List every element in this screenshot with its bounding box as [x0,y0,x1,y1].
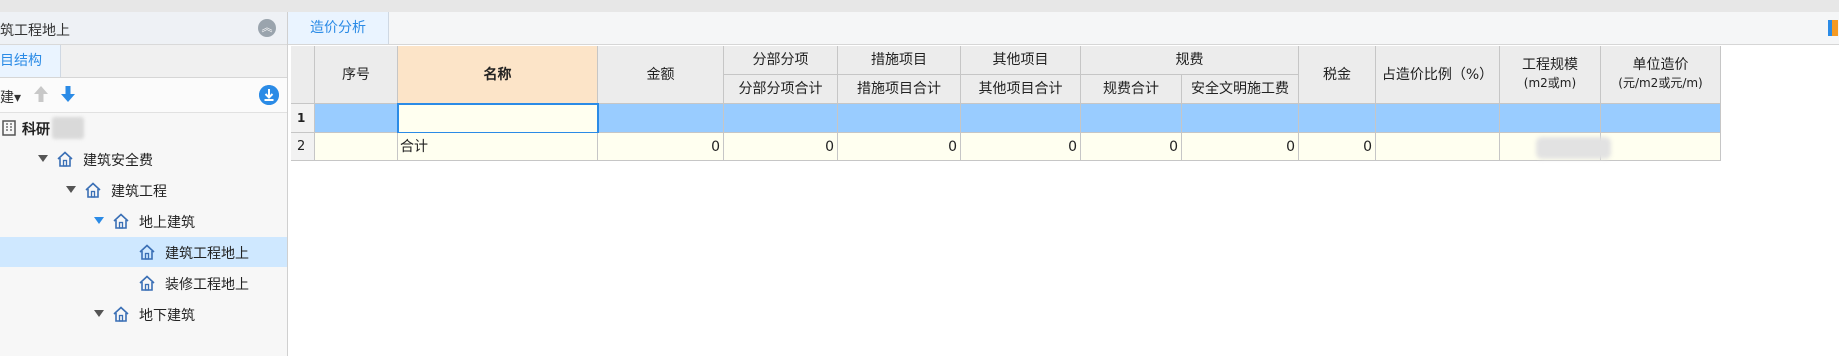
tree-item-label: 建筑安全费 [83,153,153,169]
table-cell-fbfx-total[interactable] [724,104,838,133]
tree-item[interactable]: 地下建筑 [0,299,287,329]
tree-item[interactable]: 地上建筑 [0,206,287,236]
expand-arrow-icon[interactable] [38,155,48,162]
table-cell-aqwm[interactable]: 0 [1182,133,1299,161]
table-cell-seq[interactable] [315,104,398,133]
table-cell-qtxm-total[interactable]: 0 [961,133,1081,161]
col-header-gf-total[interactable]: 规费合计 [1081,75,1182,104]
table-cell-ratio[interactable] [1376,104,1500,133]
tree-item[interactable]: 装修工程地上 [0,268,287,298]
tree-item-label: 地上建筑 [139,215,195,231]
new-dropdown-button[interactable]: 建▾ [0,87,21,107]
col-group-csxm: 措施项目 [838,46,961,75]
panel-tabs: 目结构 [0,45,287,78]
tree-item-label: 科研 [22,122,50,138]
col-header-name[interactable]: 名称 [398,46,598,104]
table-cell-amount[interactable] [598,104,724,133]
col-group-qtxm: 其他项目 [961,46,1081,75]
tree-item-label: 建筑工程 [111,184,167,200]
row-number[interactable]: 2 [291,133,315,161]
tree-item-label: 建筑工程地上 [165,246,249,262]
unit-price-unit: (元/m2或元/m) [1618,76,1703,90]
expand-arrow-icon[interactable] [94,217,104,224]
tree-toolbar: 建▾ [0,78,287,113]
table-cell-amount[interactable]: 0 [598,133,724,161]
col-header-amount[interactable]: 金额 [598,46,724,104]
table-cell-name[interactable]: 合计 [398,133,598,161]
table-cell-aqwm[interactable] [1182,104,1299,133]
col-header-ratio[interactable]: 占造价比例（%） [1376,46,1500,104]
panel-settings-icon[interactable] [1828,20,1838,36]
house-icon [138,243,156,261]
col-header-tax[interactable]: 税金 [1299,46,1376,104]
table-cell-ratio[interactable] [1376,133,1500,161]
expand-arrow-icon[interactable] [66,186,76,193]
redacted-area [1536,137,1611,159]
house-icon [84,181,102,199]
table-cell-csxm-total[interactable]: 0 [838,133,961,161]
col-header-unit-price[interactable]: 单位造价 (元/m2或元/m) [1601,46,1721,104]
table-cell-gf-total[interactable] [1081,104,1182,133]
content-tabs: 造价分析 [288,12,1839,45]
expand-all-icon[interactable] [259,85,279,105]
tab-project-structure[interactable]: 目结构 [0,45,61,77]
panel-title: 筑工程地上 [0,23,70,39]
panel-title-bar: 筑工程地上 ︽ [0,12,287,45]
unit-price-title: 单位造价 [1632,57,1689,73]
tree-item[interactable]: 建筑工程 [0,175,287,205]
col-header-fbfx-total[interactable]: 分部分项合计 [724,75,838,104]
col-header-qtxm-total[interactable]: 其他项目合计 [961,75,1081,104]
name-edit-input[interactable] [397,103,599,134]
tree-item[interactable]: 科研 [0,113,287,143]
tree-item[interactable]: 建筑工程地上 [0,237,287,267]
tree-item[interactable]: 建筑安全费 [0,144,287,174]
house-icon [112,212,130,230]
table-cell-qtxm-total[interactable] [961,104,1081,133]
table-cell-seq[interactable] [315,133,398,161]
building-icon [0,119,18,137]
house-icon [138,274,156,292]
scale-title: 工程规模 [1522,57,1578,73]
table-cell-tax[interactable]: 0 [1299,133,1376,161]
table-cell-scale[interactable] [1500,104,1601,133]
scale-unit: (m2或m) [1523,76,1577,90]
corner-header [291,46,315,104]
tab-cost-analysis[interactable]: 造价分析 [288,12,389,44]
table-cell-csxm-total[interactable] [838,104,961,133]
collapse-panel-icon[interactable]: ︽ [258,19,276,37]
col-header-aqwm[interactable]: 安全文明施工费 [1182,75,1299,104]
table-cell-unit-price[interactable] [1601,104,1721,133]
row-number[interactable]: 1 [291,104,315,133]
col-group-gf: 规费 [1081,46,1299,75]
move-down-icon[interactable] [60,85,76,103]
col-header-scale[interactable]: 工程规模 (m2或m) [1500,46,1601,104]
table-cell-unit-price[interactable] [1601,133,1721,161]
house-icon [56,150,74,168]
col-header-csxm-total[interactable]: 措施项目合计 [838,75,961,104]
col-group-fbfx: 分部分项 [724,46,838,75]
table-cell-tax[interactable] [1299,104,1376,133]
tree-item-label: 地下建筑 [139,308,195,324]
expand-arrow-icon[interactable] [94,310,104,317]
project-structure-panel: 筑工程地上 ︽ 目结构 建▾ 科研建筑安全费建筑工程地上建筑建筑工程地上 装修工程… [0,12,288,356]
move-up-icon[interactable] [33,85,49,103]
tree-item-label: 装修工程地上 [165,277,249,293]
cost-analysis-panel: 造价分析 序号 名称 金额 分部分项 措施项目 其他项目 规费 税金 占造价比例… [288,12,1839,356]
table-cell-fbfx-total[interactable]: 0 [724,133,838,161]
redacted-area [52,117,84,139]
table-cell-gf-total[interactable]: 0 [1081,133,1182,161]
house-icon [112,305,130,323]
col-header-seq[interactable]: 序号 [315,46,398,104]
